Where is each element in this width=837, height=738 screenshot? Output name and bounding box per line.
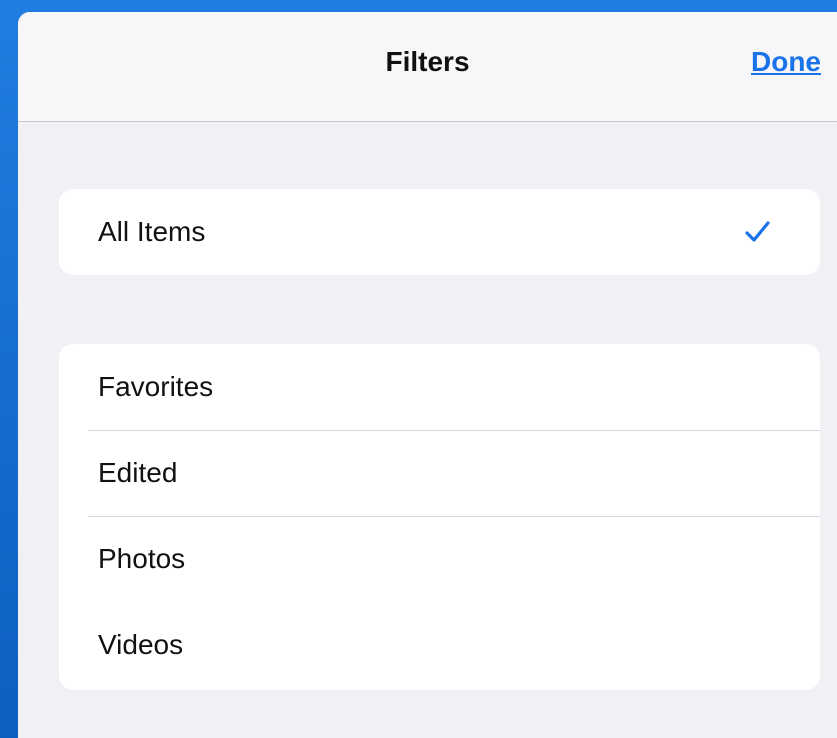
filter-item-label: Edited: [98, 457, 178, 488]
page-title: Filters: [385, 46, 470, 77]
filter-group-types: Favorites Edited Photos Videos: [59, 344, 820, 690]
filters-sheet: Filters Done All Items Favorites Edited …: [18, 12, 837, 738]
filter-item-photos[interactable]: Photos: [59, 516, 820, 602]
filter-item-label: Photos: [98, 543, 186, 574]
filter-item-edited[interactable]: Edited: [59, 430, 820, 516]
navigation-bar: Filters Done: [18, 12, 837, 122]
done-button[interactable]: Done: [751, 46, 821, 78]
filter-item-label: All Items: [98, 216, 206, 247]
filter-item-all-items[interactable]: All Items: [59, 189, 820, 275]
filter-item-videos[interactable]: Videos: [59, 602, 820, 688]
filter-item-favorites[interactable]: Favorites: [59, 344, 820, 430]
checkmark-icon: [745, 221, 770, 242]
filter-item-label: Favorites: [98, 371, 214, 402]
filter-group-all: All Items: [59, 189, 820, 275]
filter-item-label: Videos: [98, 629, 184, 660]
